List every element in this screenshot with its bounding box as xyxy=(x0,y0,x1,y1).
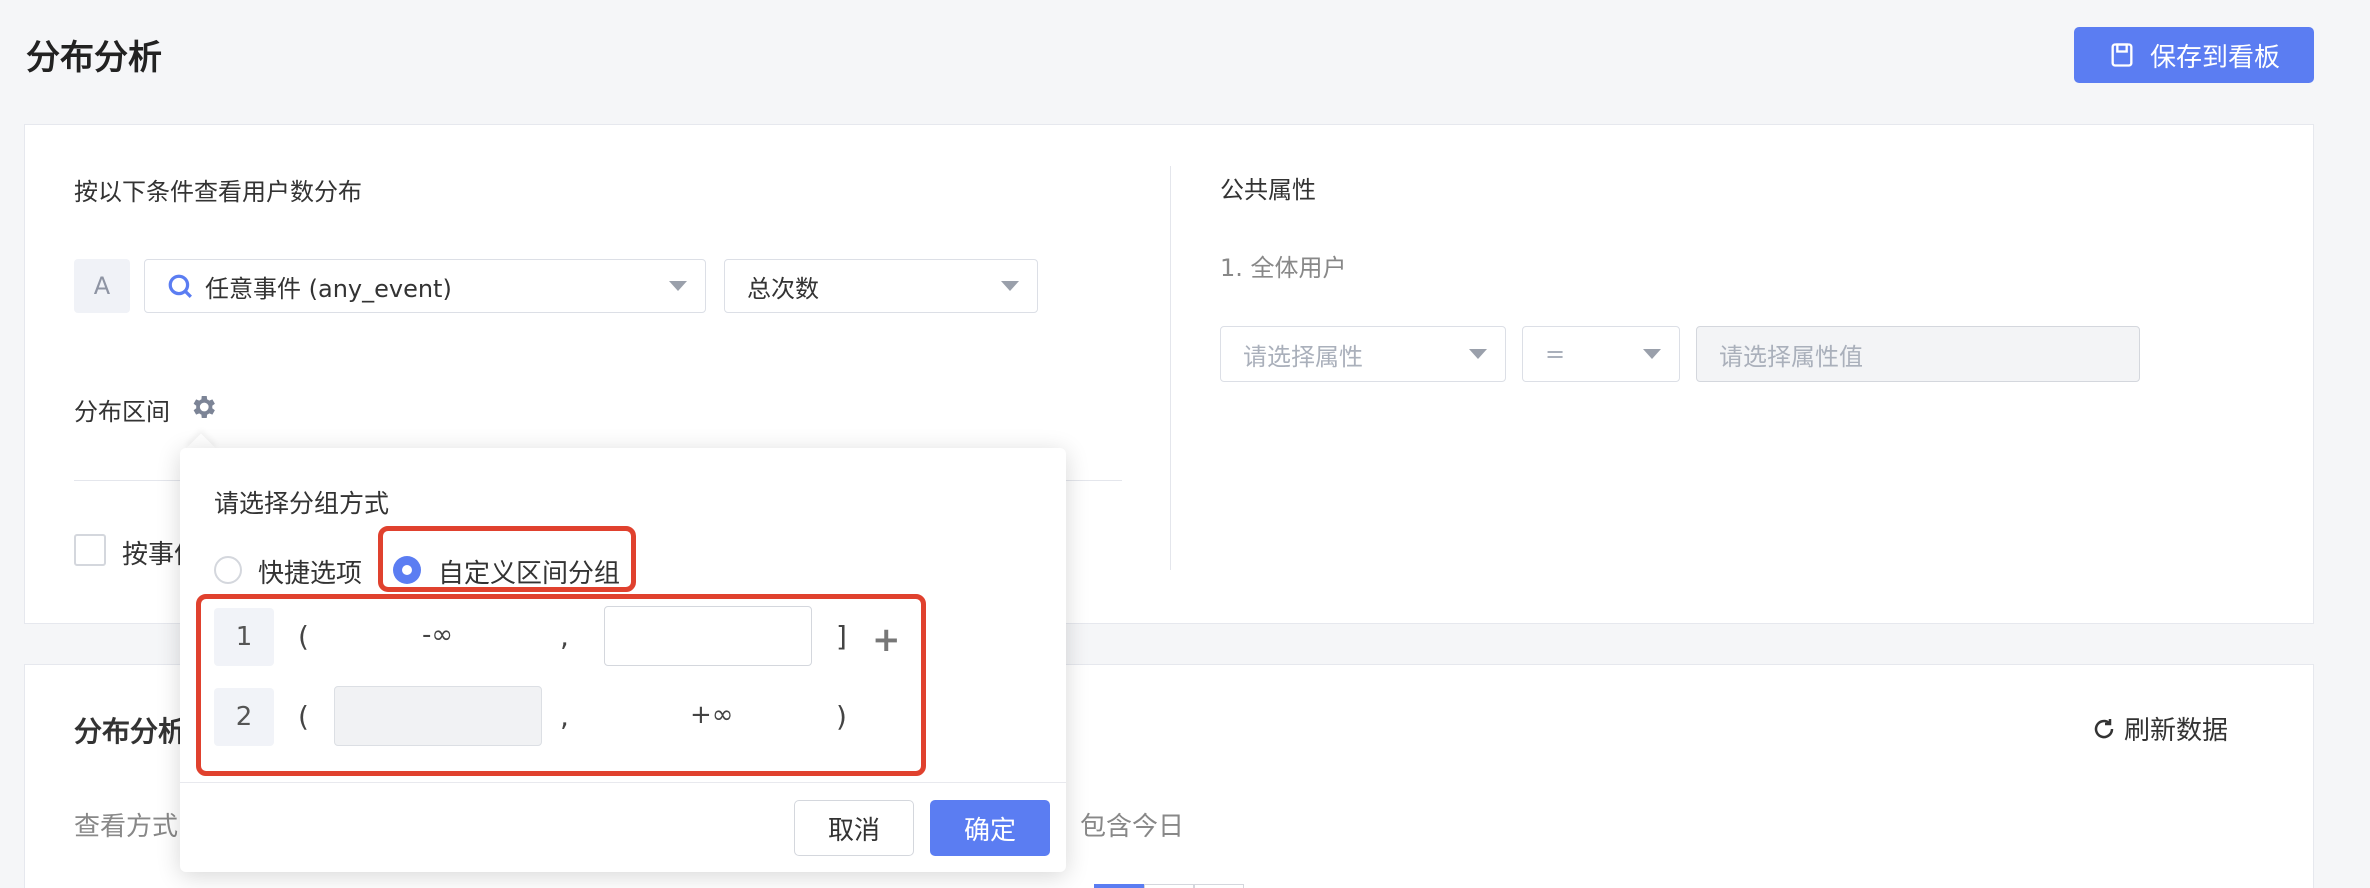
include-today-label[interactable]: 包含今日 xyxy=(1080,806,1184,843)
metric-select-value: 总次数 xyxy=(747,274,819,303)
save-to-dashboard-button[interactable]: 保存到看板 xyxy=(2074,27,2314,83)
range-row-index: 2 xyxy=(214,688,274,746)
page-title: 分布分析 xyxy=(26,38,162,78)
popover-footer-divider xyxy=(180,782,1066,783)
refresh-icon xyxy=(2094,718,2114,738)
analysis-title: 分布分析 xyxy=(74,715,187,748)
panel-divider xyxy=(1170,166,1171,570)
refresh-label: 刷新数据 xyxy=(2124,716,2229,746)
condition-row-label: A xyxy=(74,259,130,313)
event-select-value: 任意事件 (any_event) xyxy=(205,274,452,303)
view-toggle-option[interactable] xyxy=(1144,884,1194,888)
range-close-bracket: ] xyxy=(836,620,847,653)
public-attrs-title: 公共属性 xyxy=(1220,176,1316,204)
attribute-select-placeholder: 请选择属性 xyxy=(1243,342,1363,371)
cancel-button[interactable]: 取消 xyxy=(794,800,914,856)
radio-custom-range-label[interactable]: 自定义区间分组 xyxy=(438,553,620,590)
view-mode-label: 查看方式 xyxy=(74,812,179,842)
range-open-paren: ( xyxy=(298,620,309,653)
radio-custom-range[interactable] xyxy=(393,556,421,584)
public-attrs-item: 1. 全体用户 xyxy=(1220,254,1347,282)
range-lower-input[interactable] xyxy=(334,686,542,746)
save-button-label: 保存到看板 xyxy=(2149,42,2280,73)
chevron-down-icon xyxy=(669,281,687,291)
gear-icon[interactable] xyxy=(188,392,218,422)
range-comma: , xyxy=(560,620,569,653)
radio-quick-options-label[interactable]: 快捷选项 xyxy=(258,553,362,590)
attribute-value-placeholder: 请选择属性值 xyxy=(1719,342,1863,371)
view-toggle-option[interactable] xyxy=(1094,884,1144,888)
view-toggle-option[interactable] xyxy=(1194,884,1244,888)
range-comma: , xyxy=(560,700,569,733)
popover-title: 请选择分组方式 xyxy=(214,489,390,518)
by-event-checkbox[interactable] xyxy=(74,534,106,566)
range-open-paren: ( xyxy=(298,700,309,733)
metric-select[interactable]: 总次数 xyxy=(724,259,1038,313)
event-select[interactable]: 任意事件 (any_event) xyxy=(144,259,706,313)
range-upper-input[interactable] xyxy=(604,606,812,666)
operator-select-value: = xyxy=(1545,340,1566,368)
confirm-button[interactable]: 确定 xyxy=(930,800,1050,856)
plus-icon[interactable]: + xyxy=(872,620,901,660)
event-search-icon xyxy=(168,274,192,298)
save-icon xyxy=(2111,43,2133,67)
view-toggle[interactable] xyxy=(1094,884,1244,888)
range-upper-bound: +∞ xyxy=(690,700,734,730)
range-lower-bound: -∞ xyxy=(422,620,454,650)
attribute-value-input[interactable]: 请选择属性值 xyxy=(1696,326,2140,382)
refresh-button[interactable]: 刷新数据 xyxy=(2092,710,2228,747)
distribution-label: 分布区间 xyxy=(74,398,170,426)
chevron-down-icon xyxy=(1643,349,1661,359)
attribute-select[interactable]: 请选择属性 xyxy=(1220,326,1506,382)
chevron-down-icon xyxy=(1469,349,1487,359)
range-close-paren: ) xyxy=(836,700,847,733)
range-row-index: 1 xyxy=(214,608,274,666)
conditions-title: 按以下条件查看用户数分布 xyxy=(74,178,362,206)
chevron-down-icon xyxy=(1001,281,1019,291)
radio-quick-options[interactable] xyxy=(214,556,242,584)
operator-select[interactable]: = xyxy=(1522,326,1680,382)
